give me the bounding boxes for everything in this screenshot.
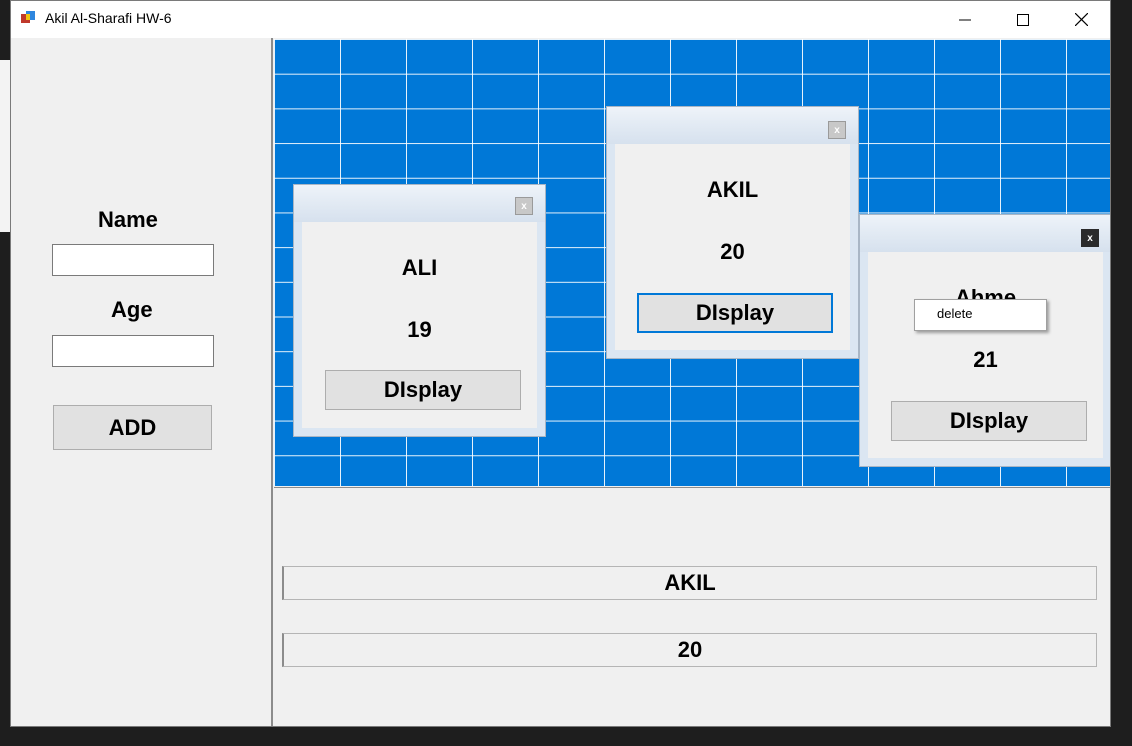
card-age: 20 <box>720 239 745 264</box>
card-name: AKIL <box>706 177 759 202</box>
display-button[interactable]: DIsplay <box>325 370 521 410</box>
context-menu-item-delete[interactable]: delete <box>937 306 972 321</box>
app-icon <box>20 10 36 26</box>
card-header[interactable] <box>860 215 1110 252</box>
minimize-button[interactable] <box>936 1 994 38</box>
card-body: ALI 19 DIsplay <box>302 222 537 428</box>
display-button[interactable]: DIsplay <box>637 293 833 333</box>
person-card-ali[interactable]: x ALI 19 DIsplay <box>293 184 546 437</box>
name-input[interactable] <box>52 244 214 276</box>
card-header[interactable] <box>294 185 545 222</box>
card-header[interactable] <box>607 107 858 144</box>
card-close-button[interactable]: x <box>515 197 533 215</box>
card-close-button[interactable]: x <box>1081 229 1099 247</box>
age-input[interactable] <box>52 335 214 367</box>
window-title: Akil Al-Sharafi HW-6 <box>45 10 172 26</box>
card-close-button[interactable]: x <box>828 121 846 139</box>
name-label: Name <box>98 207 158 232</box>
context-menu: delete <box>914 299 1047 331</box>
input-panel: Name Age ADD <box>11 38 273 726</box>
display-panel: AKIL 20 <box>274 487 1110 726</box>
card-age: 21 <box>973 347 998 372</box>
display-age-readout: 20 <box>282 633 1097 667</box>
minimize-icon <box>959 19 971 20</box>
close-icon <box>1074 13 1088 26</box>
card-age: 19 <box>407 317 432 342</box>
age-label: Age <box>111 297 153 322</box>
maximize-icon <box>1017 13 1029 26</box>
title-bar[interactable]: Akil Al-Sharafi HW-6 <box>11 1 1110 38</box>
card-body: AKIL 20 DIsplay <box>615 144 850 350</box>
person-card-akil[interactable]: x AKIL 20 DIsplay <box>606 106 859 359</box>
card-name: ALI <box>401 255 438 280</box>
person-card-ahme[interactable]: x Ahme 21 DIsplay <box>859 214 1110 467</box>
add-button[interactable]: ADD <box>53 405 212 450</box>
card-body: Ahme 21 DIsplay <box>868 252 1103 458</box>
display-button[interactable]: DIsplay <box>891 401 1087 441</box>
maximize-button[interactable] <box>994 1 1052 38</box>
main-window: Akil Al-Sharafi HW-6 Name Age ADD x ALI … <box>10 0 1111 727</box>
background-window-strip <box>0 60 10 232</box>
display-name-readout: AKIL <box>282 566 1097 600</box>
close-button[interactable] <box>1052 1 1110 38</box>
